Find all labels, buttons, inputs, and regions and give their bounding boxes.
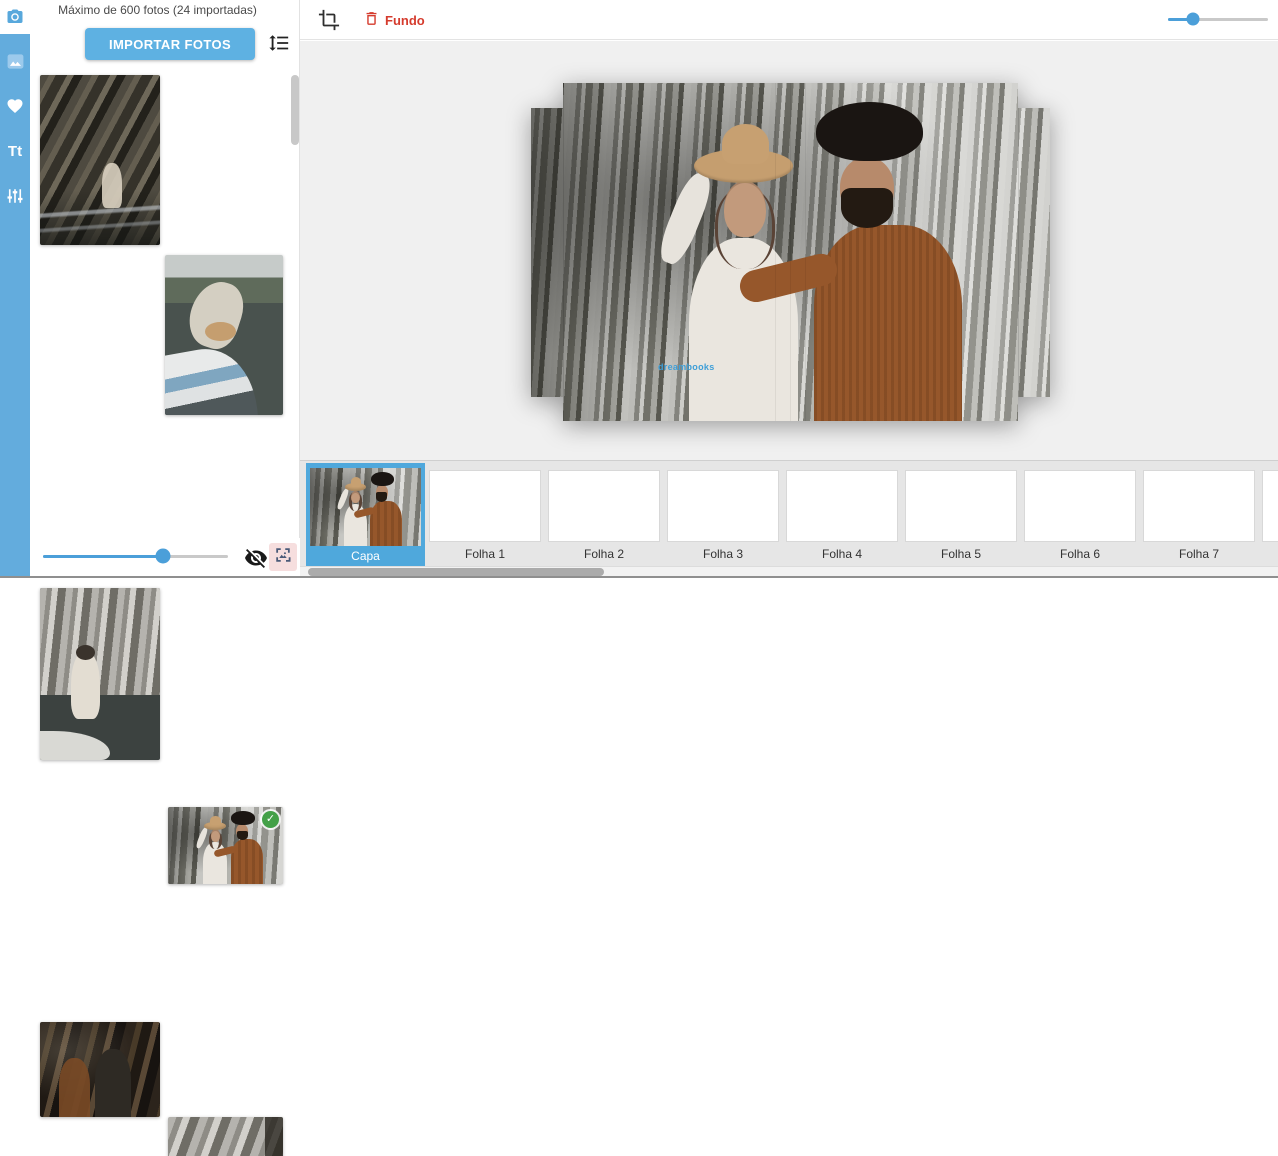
photo-thumbnail[interactable] (40, 75, 160, 245)
art-layer (40, 197, 160, 245)
crop-button[interactable] (318, 9, 340, 31)
art-layer (182, 275, 250, 354)
art-layer (231, 839, 264, 884)
page-canvas: dreambooks (300, 41, 1278, 460)
filmstrip-page-capa[interactable]: Capa (306, 463, 425, 566)
art-layer (40, 588, 160, 695)
filmstrip-page[interactable]: Folha 7 (1144, 469, 1254, 561)
filmstrip-page-partial[interactable] (1263, 469, 1278, 561)
photo-thumbnail[interactable] (168, 1117, 283, 1156)
page-label: Folha 7 (1144, 547, 1254, 561)
camera-icon (6, 8, 24, 26)
gallery-scrollbar[interactable] (291, 75, 299, 145)
art-layer (95, 1049, 131, 1117)
cover-spread-photo[interactable]: dreambooks (531, 83, 1050, 421)
sidebar-item-layouts[interactable] (0, 44, 30, 78)
page-label: Capa (306, 549, 425, 563)
sidebar-item-photos[interactable] (0, 0, 30, 34)
art-layer (722, 124, 769, 165)
art-layer (59, 1058, 90, 1117)
page-label: Folha 2 (549, 547, 659, 561)
page-label: Folha 4 (787, 547, 897, 561)
art-layer (351, 477, 361, 486)
zoom-slider[interactable] (1168, 11, 1268, 27)
capa-thumbnail (310, 468, 421, 546)
art-layer (231, 811, 255, 824)
art-layer (816, 102, 922, 161)
filmstrip-page[interactable]: Folha 5 (906, 469, 1016, 561)
blank-page-thumbnail (906, 471, 1016, 541)
watermark-text: dreambooks (658, 362, 715, 372)
art-layer (210, 816, 220, 825)
art-layer (376, 492, 387, 501)
page-label: Folha 1 (430, 547, 540, 561)
photo-limit-text: Máximo de 600 fotos (24 importadas) (30, 3, 285, 17)
blank-page-thumbnail (1144, 471, 1254, 541)
photo-thumbnail[interactable] (40, 588, 160, 760)
sidebar-item-text[interactable]: Tt (0, 134, 30, 168)
heart-icon (6, 97, 24, 115)
art-layer (165, 339, 258, 415)
tune-icon (6, 187, 24, 205)
import-photos-button[interactable]: IMPORTAR FOTOS (85, 28, 255, 60)
photo-gallery-panel: Máximo de 600 fotos (24 importadas) IMPO… (30, 0, 300, 578)
crop-icon (318, 18, 340, 35)
blank-page-thumbnail (549, 471, 659, 541)
blank-page-thumbnail (430, 471, 540, 541)
filmstrip-page[interactable]: Folha 4 (787, 469, 897, 561)
tool-sidebar: Tt (0, 0, 30, 578)
sidebar-item-favorites[interactable] (0, 89, 30, 123)
filmstrip-page[interactable]: Folha 6 (1025, 469, 1135, 561)
delete-background-button[interactable]: Fundo (363, 10, 425, 30)
slider-fill (43, 555, 163, 558)
art-layer (724, 181, 766, 237)
filmstrip-page[interactable]: Folha 2 (549, 469, 659, 561)
gallery-bottom-bar (30, 538, 300, 578)
art-layer (371, 472, 394, 486)
text-icon: Tt (8, 143, 22, 160)
image-icon (6, 52, 25, 71)
art-layer (211, 829, 220, 842)
filmstrip-page[interactable]: Folha 1 (430, 469, 540, 561)
sidebar-item-adjust[interactable] (0, 179, 30, 213)
page-label: Folha 5 (906, 547, 1016, 561)
delete-background-label: Fundo (385, 13, 425, 28)
eye-off-icon (244, 557, 268, 574)
photo-used-check-icon: ✓ (262, 811, 279, 828)
blank-page-thumbnail (787, 471, 897, 541)
page-edge-guide (1018, 83, 1019, 421)
art-layer (40, 731, 110, 760)
scrollbar-thumb[interactable] (308, 568, 604, 576)
page-filmstrip: Capa Folha 1 Folha 2 Folha 3 Folha 4 Fol… (300, 460, 1278, 566)
editor-toolbar: Fundo (300, 0, 1278, 40)
spine-fold-guide (775, 83, 776, 421)
cover-photo[interactable]: dreambooks (531, 83, 1050, 421)
thumbnail-size-slider[interactable] (43, 548, 228, 564)
photo-thumbnail[interactable] (165, 255, 283, 415)
sort-photos-button[interactable] (268, 32, 292, 56)
hide-used-photos-button[interactable] (244, 546, 268, 570)
art-layer (370, 501, 402, 546)
spine-fold-guide (805, 83, 806, 421)
trash-icon (363, 10, 380, 30)
art-layer (814, 225, 962, 421)
autofill-frame-icon (274, 546, 292, 569)
art-layer (265, 1117, 283, 1156)
art-layer (71, 650, 100, 719)
filmstrip-scrollbar[interactable] (300, 566, 1278, 576)
blank-page-thumbnail (1263, 471, 1278, 541)
spine-fold-guide (790, 83, 791, 421)
page-label: Folha 3 (668, 547, 778, 561)
autofill-pages-button[interactable] (269, 543, 297, 571)
page-edge-guide (563, 83, 564, 421)
line-spacing-icon (268, 41, 290, 58)
slider-knob[interactable] (156, 549, 171, 564)
blank-page-thumbnail (1025, 471, 1135, 541)
filmstrip-page[interactable]: Folha 3 (668, 469, 778, 561)
blank-page-thumbnail (668, 471, 778, 541)
photo-thumbnail-used[interactable]: ✓ (168, 807, 283, 884)
page-label: Folha 6 (1025, 547, 1135, 561)
photo-thumbnail[interactable] (40, 1022, 160, 1117)
slider-knob[interactable] (1187, 13, 1200, 26)
